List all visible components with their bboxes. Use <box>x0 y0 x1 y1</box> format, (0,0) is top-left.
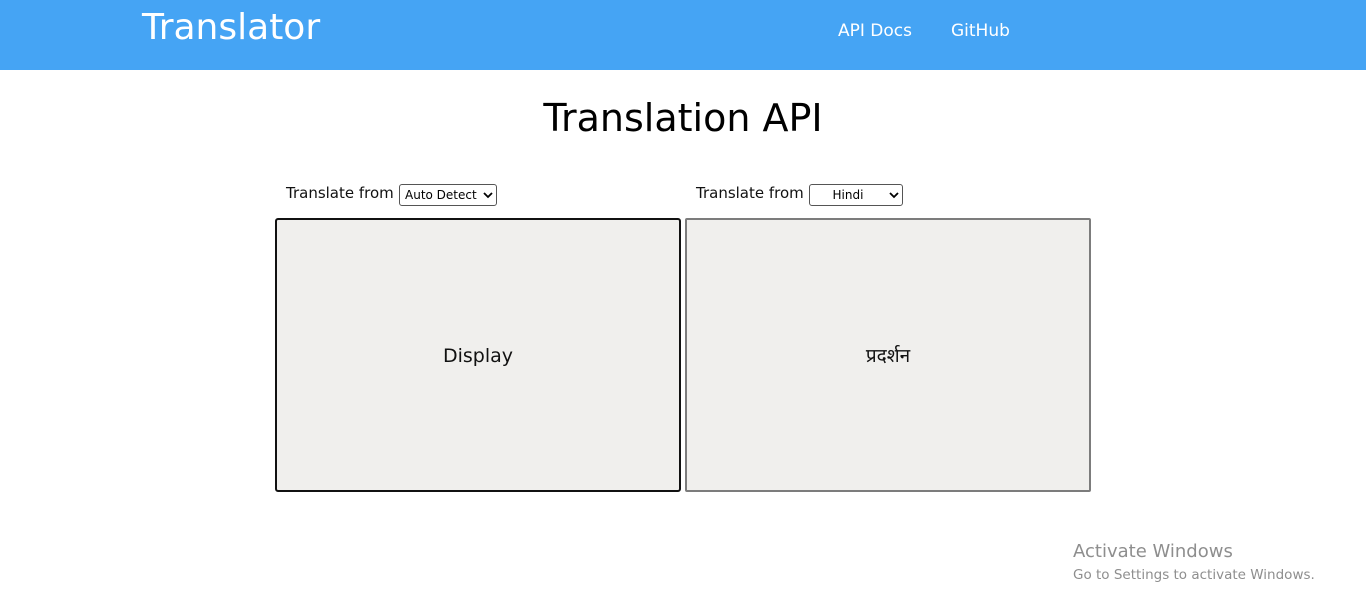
brand-logo-link[interactable]: Translator <box>142 7 320 49</box>
nav-link-api-docs[interactable]: API Docs <box>838 20 912 42</box>
target-language-value: Hindi <box>832 188 864 202</box>
source-language-label: Translate from <box>286 184 394 202</box>
source-text: Display <box>442 345 514 367</box>
top-navbar: Translator API Docs GitHub <box>0 0 1366 70</box>
source-language-value: Auto Detect <box>405 188 477 202</box>
translated-text: प्रदर्शन <box>865 345 911 367</box>
activate-windows-subtitle: Go to Settings to activate Windows. <box>1073 567 1315 583</box>
target-language-label: Translate from <box>696 184 804 202</box>
target-language-select[interactable]: Hindi <box>809 184 903 206</box>
page-title: Translation API <box>543 96 823 140</box>
source-language-select[interactable]: Auto Detect <box>399 184 497 206</box>
activate-windows-title: Activate Windows <box>1073 541 1233 562</box>
chevron-down-icon <box>483 192 493 199</box>
source-text-area[interactable]: Display <box>275 218 681 492</box>
chevron-down-icon <box>889 192 899 199</box>
nav-link-github[interactable]: GitHub <box>951 20 1010 42</box>
translated-text-area[interactable]: प्रदर्शन <box>685 218 1091 492</box>
